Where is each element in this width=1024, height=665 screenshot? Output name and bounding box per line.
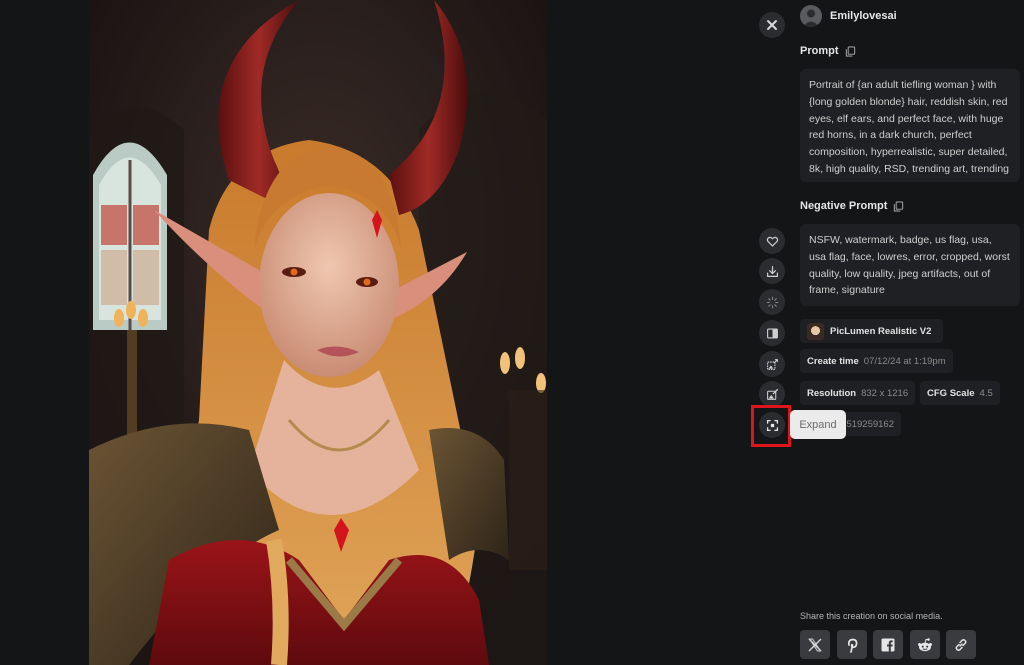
share-label: Share this creation on social media. [800,611,943,621]
download-button[interactable] [759,258,785,284]
share-facebook-button[interactable] [873,630,903,659]
share-reddit-button[interactable] [910,630,940,659]
copy-icon[interactable] [893,200,904,212]
expand-icon [766,419,778,431]
processing-button[interactable] [759,289,785,315]
heart-icon [766,236,778,247]
share-pinterest-button[interactable] [837,630,867,659]
compare-icon [766,327,778,339]
cfg-scale-chip: CFG Scale 4.5 [920,381,1000,405]
resolution-value: 832 x 1216 [861,387,909,399]
artwork-image [89,0,547,665]
prompt-text-box: Portrait of {an adult tiefling woman } w… [800,69,1020,182]
generated-artwork[interactable] [89,0,547,665]
expand-button[interactable] [759,412,785,438]
link-icon [955,638,967,651]
resolution-chip: Resolution 832 x 1216 [800,381,916,405]
image-pencil-icon [766,388,778,400]
model-name: PicLumen Realistic V2 [830,325,932,337]
x-twitter-icon [808,638,822,651]
seed-value: 519259162 [846,418,894,430]
create-time-chip: Create time 07/12/24 at 1:19pm [800,349,953,373]
facebook-icon [881,638,895,652]
model-chip[interactable]: PicLumen Realistic V2 [800,319,944,343]
user-avatar-icon [800,5,822,27]
compare-button[interactable] [759,320,785,346]
copy-icon[interactable] [845,45,856,57]
prompt-label-text: Prompt [800,45,839,57]
expand-tooltip: Expand [790,410,846,439]
download-icon [766,265,778,277]
copy-link-button[interactable] [946,630,976,659]
close-button[interactable] [759,12,785,38]
author-row[interactable]: Emilylovesai [800,5,897,27]
close-icon [767,20,777,30]
spinner-icon [766,296,778,308]
share-x-button[interactable] [800,630,830,659]
pinterest-icon [847,638,858,653]
create-time-value: 07/12/24 at 1:19pm [863,355,946,367]
username[interactable]: Emilylovesai [830,10,897,22]
negative-prompt-text-box: NSFW, watermark, badge, us flag, usa, us… [800,224,1020,306]
negative-prompt-label-text: Negative Prompt [800,200,888,212]
create-time-label: Create time [807,355,859,367]
edit-image-button[interactable] [759,381,785,407]
image-edit-icon [766,358,778,370]
negative-prompt-label: Negative Prompt [800,200,904,212]
cfg-scale-value: 4.5 [979,387,993,399]
prompt-label: Prompt [800,45,856,57]
model-thumbnail [807,322,824,340]
resolution-label: Resolution [807,387,857,399]
cfg-scale-label: CFG Scale [927,387,975,399]
reddit-icon [918,637,932,651]
image-to-image-button[interactable] [759,351,785,377]
like-button[interactable] [759,228,785,254]
